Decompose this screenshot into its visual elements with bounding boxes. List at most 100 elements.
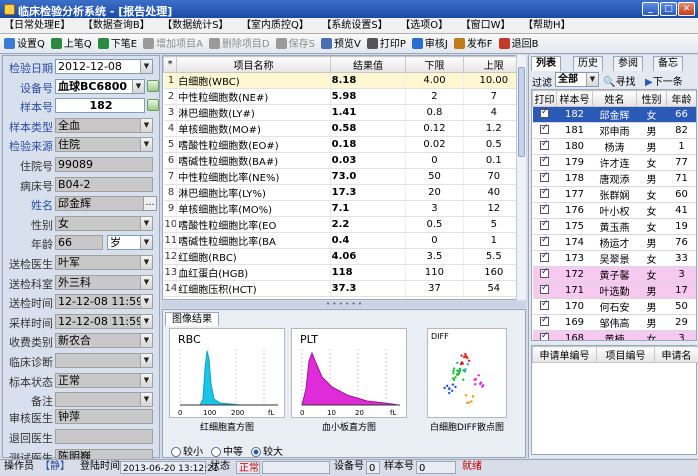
chevron-down-icon[interactable]: ▼ (140, 276, 152, 289)
tab-memo[interactable]: 备忘 (653, 56, 683, 71)
print-checkbox-cell[interactable] (533, 251, 557, 267)
list-item[interactable]: 181邓申雨男82 (533, 123, 697, 139)
age-unit-select[interactable]: 岁▼ (107, 235, 153, 250)
list-item[interactable]: 169邹伟高男29 (533, 315, 697, 331)
table-row[interactable]: 8淋巴细胞比率(LY%)17.32040 (164, 185, 525, 201)
table-row[interactable]: 7中性粒细胞比率(NE%)73.05070 (164, 169, 525, 185)
list-item[interactable]: 178唐观添男71 (533, 171, 697, 187)
table-row[interactable]: 9单核细胞比率(MO%)7.1312 (164, 201, 525, 217)
toolbar-button-6[interactable]: 预览V (321, 38, 361, 52)
size-small-radio[interactable]: 较小 (171, 443, 203, 458)
print-checkbox[interactable] (540, 317, 549, 326)
grid-header-name[interactable]: 项目名称 (177, 57, 330, 73)
list-item[interactable]: 174杨运才男76 (533, 235, 697, 251)
print-checkbox[interactable] (540, 269, 549, 278)
list-header-name[interactable]: 姓名 (593, 91, 637, 107)
field-3[interactable]: 全血▼ (55, 118, 153, 133)
print-checkbox[interactable] (540, 205, 549, 214)
list-item[interactable]: 172黄子馨女3 (533, 267, 697, 283)
field-0[interactable]: 2012-12-08▼ (55, 59, 153, 74)
print-checkbox[interactable] (540, 221, 549, 230)
toolbar-button-3[interactable]: 增加项目A (143, 38, 203, 52)
grid-header-value[interactable]: 结果值 (330, 57, 406, 73)
table-row[interactable]: 6嗜碱性粒细胞数(BA#)0.0300.1 (164, 153, 525, 169)
refresh-icon[interactable] (147, 99, 159, 111)
list-item[interactable]: 182邱金辉女66 (533, 107, 697, 123)
tab-history[interactable]: 历史 (573, 56, 603, 71)
toolbar-button-4[interactable]: 删除项目D (209, 38, 270, 52)
table-row[interactable]: 10嗜酸性粒细胞比率(EO2.20.55 (164, 217, 525, 233)
field-12[interactable]: 12-12-08 11:59:21▼ (55, 294, 153, 309)
tab-image-results[interactable]: 图像结果 (165, 312, 219, 326)
req-header-item[interactable]: 项目编号 (597, 347, 655, 363)
field-5[interactable]: 99089 (55, 157, 153, 172)
chevron-down-icon[interactable]: ▼ (140, 374, 152, 387)
field-7[interactable]: 邱金辉 (55, 196, 153, 211)
list-header-sex[interactable]: 性别 (637, 91, 667, 107)
print-checkbox[interactable] (540, 109, 549, 118)
table-row[interactable]: 3淋巴细胞数(LY#)1.410.84 (164, 105, 525, 121)
field-6[interactable]: B04-2 (55, 177, 153, 192)
toolbar-button-10[interactable]: 退回B (499, 38, 539, 52)
print-checkbox[interactable] (540, 157, 549, 166)
field-16[interactable]: 正常▼ (55, 373, 153, 388)
maximize-button[interactable]: □ (660, 2, 677, 16)
list-header-age[interactable]: 年龄 (667, 91, 697, 107)
chevron-down-icon[interactable]: ▼ (140, 334, 152, 347)
field-14[interactable]: 新农合▼ (55, 333, 153, 348)
print-checkbox[interactable] (540, 253, 549, 262)
grid-header-low[interactable]: 下限 (406, 57, 463, 73)
list-header-print[interactable]: 打印 (533, 91, 557, 107)
chevron-down-icon[interactable]: ▼ (140, 217, 152, 230)
print-checkbox-cell[interactable] (533, 235, 557, 251)
field-9[interactable]: 66 (55, 235, 103, 250)
table-row[interactable]: 13血红蛋白(HGB)118110160 (164, 265, 525, 281)
table-row[interactable]: 2中性粒细胞数(NE#)5.9827 (164, 89, 525, 105)
list-item[interactable]: 176叶小权女41 (533, 203, 697, 219)
print-checkbox[interactable] (540, 333, 549, 341)
toolbar-button-5[interactable]: 保存S (276, 38, 315, 52)
close-button[interactable]: ✕ (678, 2, 695, 16)
chevron-down-icon[interactable]: ▼ (140, 393, 152, 406)
menu-daily[interactable]: 【日常处理E】 (4, 18, 70, 34)
print-checkbox-cell[interactable] (533, 187, 557, 203)
print-checkbox[interactable] (540, 125, 549, 134)
list-item[interactable]: 180杨涛男1 (533, 139, 697, 155)
scroll-thumb[interactable] (518, 67, 525, 157)
chevron-down-icon[interactable]: ▼ (140, 315, 152, 328)
toolbar-button-9[interactable]: 发布F (454, 38, 493, 52)
find-button[interactable]: 🔍寻找 (603, 73, 635, 88)
next-button[interactable]: ▶下一条 (645, 73, 683, 88)
chevron-down-icon[interactable]: ▼ (132, 80, 144, 93)
print-checkbox-cell[interactable] (533, 107, 557, 123)
print-checkbox[interactable] (540, 285, 549, 294)
print-checkbox-cell[interactable] (533, 171, 557, 187)
field-11[interactable]: 外三科▼ (55, 275, 153, 290)
list-item[interactable]: 177张群娴女60 (533, 187, 697, 203)
list-item[interactable]: 171叶选勤男17 (533, 283, 697, 299)
field-10[interactable]: 叶军▼ (55, 255, 153, 270)
list-item[interactable]: 170何石安男50 (533, 299, 697, 315)
menu-window[interactable]: 【窗口W】 (461, 18, 511, 34)
toolbar-button-7[interactable]: 打印P (367, 38, 406, 52)
field-2[interactable]: 182 (55, 98, 145, 113)
size-medium-radio[interactable]: 中等 (211, 443, 243, 458)
chevron-down-icon[interactable]: ▼ (140, 138, 152, 151)
table-row[interactable]: 5嗜酸性粒细胞数(EO#)0.180.020.5 (164, 137, 525, 153)
browse-button[interactable]: … (143, 196, 157, 211)
print-checkbox-cell[interactable] (533, 299, 557, 315)
list-header-sample[interactable]: 样本号 (557, 91, 593, 107)
panel-splitter[interactable]: • • • • • • (162, 301, 526, 308)
field-8[interactable]: 女▼ (55, 216, 153, 231)
toolbar-button-2[interactable]: 下笔E (98, 38, 137, 52)
list-item[interactable]: 168黄楠女3 (533, 331, 697, 342)
print-checkbox-cell[interactable] (533, 203, 557, 219)
req-header-name[interactable]: 申请名 (655, 347, 698, 363)
chevron-down-icon[interactable]: ▼ (140, 354, 152, 367)
field-4[interactable]: 住院▼ (55, 137, 153, 152)
menu-options[interactable]: 【选项O】 (400, 18, 448, 34)
field-1[interactable]: 血球BC6800▼ (55, 79, 145, 94)
grid-scrollbar[interactable] (516, 55, 526, 300)
table-row[interactable]: 4单核细胞数(MO#)0.580.121.2 (164, 121, 525, 137)
field-17[interactable]: ▼ (55, 392, 153, 407)
